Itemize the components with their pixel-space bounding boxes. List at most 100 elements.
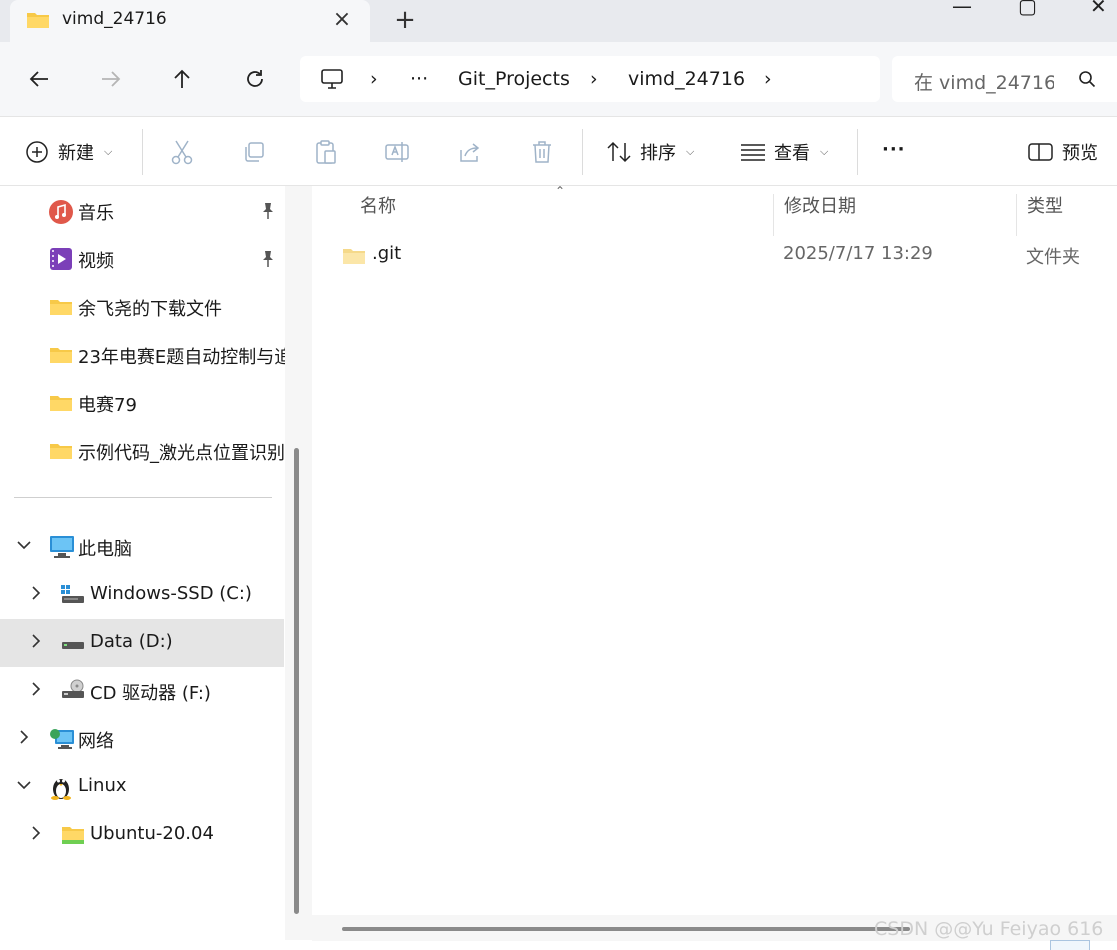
sidebar-item-label: Ubuntu-20.04: [90, 823, 214, 844]
sidebar-item-folder[interactable]: 23年电赛E题自动控制与追: [0, 331, 285, 379]
chevron-right-icon[interactable]: [14, 729, 34, 749]
pin-icon[interactable]: [260, 250, 276, 273]
chevron-down-icon: ⌵: [820, 145, 829, 158]
copy-icon: [241, 139, 267, 165]
sidebar-item-label: 此电脑: [78, 539, 132, 560]
breadcrumb-git-projects[interactable]: Git_Projects: [458, 68, 570, 90]
network-icon: [49, 727, 75, 756]
chevron-down-icon[interactable]: [14, 537, 34, 557]
column-header-type[interactable]: 类型: [1016, 194, 1117, 236]
sidebar-item-drive-d[interactable]: Data (D:): [0, 619, 284, 667]
cd-drive-icon: [61, 679, 87, 706]
breadcrumb-vimd[interactable]: vimd_24716: [628, 68, 745, 90]
toolbar-divider: [142, 129, 143, 175]
sidebar-item-video[interactable]: 视频: [0, 235, 284, 283]
share-button[interactable]: [457, 139, 483, 165]
view-button[interactable]: 查看 ⌵: [740, 139, 828, 165]
paste-button[interactable]: [313, 139, 339, 165]
sidebar-item-label: 示例代码_激光点位置识别: [78, 443, 285, 464]
file-modified: 2025/7/17 13:29: [783, 243, 933, 264]
chevron-right-icon[interactable]: [26, 633, 46, 653]
minimize-button[interactable]: —: [952, 0, 972, 18]
new-label: 新建: [58, 143, 94, 164]
sidebar-item-label: 音乐: [78, 203, 114, 224]
chevron-right-icon[interactable]: [26, 681, 46, 701]
folder-icon: [342, 246, 366, 271]
chevron-right-icon[interactable]: [26, 585, 46, 605]
view-label: 查看: [774, 143, 810, 164]
file-name: .git: [372, 243, 402, 264]
new-tab-button[interactable]: +: [390, 5, 420, 35]
preview-pane-button[interactable]: 预览: [1028, 139, 1098, 165]
search-box[interactable]: 在 vimd_24716 中搜索: [892, 56, 1117, 102]
sidebar-item-label: 23年电赛E题自动控制与追: [78, 347, 285, 368]
chevron-down-icon[interactable]: [14, 777, 34, 797]
drive-icon: [61, 637, 85, 657]
scrollbar-thumb[interactable]: [294, 448, 299, 914]
chevron-down-icon: ⌵: [686, 145, 695, 158]
refresh-button[interactable]: [240, 64, 270, 94]
sidebar-divider: [14, 497, 272, 498]
tab-active[interactable]: vimd_24716 ×: [10, 0, 370, 42]
more-options-button[interactable]: ···: [882, 139, 906, 160]
sidebar-item-network[interactable]: 网络: [0, 715, 284, 763]
rename-button[interactable]: [385, 139, 411, 165]
back-button[interactable]: [24, 64, 54, 94]
new-button[interactable]: 新建 ⌵: [24, 139, 112, 165]
cut-button[interactable]: [169, 139, 195, 165]
breadcrumb-overflow[interactable]: ···: [410, 68, 428, 90]
preview-label: 预览: [1062, 143, 1098, 164]
address-bar[interactable]: › ··· Git_Projects › vimd_24716 ›: [300, 56, 880, 102]
sidebar-item-drive-c[interactable]: Windows-SSD (C:): [0, 571, 284, 619]
tab-title: vimd_24716: [62, 9, 167, 29]
sidebar-item-music[interactable]: 音乐: [0, 187, 284, 235]
sort-icon: [606, 139, 632, 165]
search-input[interactable]: 在 vimd_24716 中搜索: [914, 68, 1054, 95]
chevron-down-icon: ⌵: [104, 145, 113, 158]
file-list: ⌃ 名称 修改日期 类型 .git 2025/7/17 13:29 文件夹: [312, 184, 1117, 940]
sidebar-item-downloads-folder[interactable]: 余飞尧的下载文件: [0, 283, 284, 331]
navigation-pane: 音乐 视频 余飞尧的下载文件 23年电赛E题自动控制与追 电赛79 示例代码_激…: [0, 186, 285, 940]
delete-button[interactable]: [529, 139, 555, 165]
toolbar-divider: [857, 129, 858, 175]
chevron-right-icon[interactable]: [26, 825, 46, 845]
sidebar-item-ubuntu[interactable]: Ubuntu-20.04: [0, 811, 284, 859]
sidebar-item-folder[interactable]: 示例代码_激光点位置识别: [0, 427, 285, 475]
share-icon: [457, 139, 483, 165]
scrollbar-thumb[interactable]: [342, 927, 910, 931]
sidebar-scrollbar[interactable]: [285, 186, 312, 940]
window-close-button[interactable]: ✕: [1090, 0, 1107, 18]
search-icon: [1078, 70, 1096, 93]
file-type: 文件夹: [1026, 247, 1080, 268]
sidebar-item-linux[interactable]: Linux: [0, 763, 284, 811]
sidebar-item-drive-f[interactable]: CD 驱动器 (F:): [0, 667, 284, 715]
breadcrumb-separator[interactable]: ›: [370, 68, 378, 90]
pin-icon[interactable]: [260, 202, 276, 225]
trash-icon: [529, 139, 555, 165]
breadcrumb-separator[interactable]: ›: [764, 68, 772, 90]
sidebar-item-folder[interactable]: 电赛79: [0, 379, 284, 427]
copy-button[interactable]: [241, 139, 267, 165]
video-icon: [49, 247, 73, 276]
toolbar-divider: [582, 129, 583, 175]
up-button[interactable]: [167, 64, 197, 94]
table-row[interactable]: .git 2025/7/17 13:29 文件夹: [340, 238, 1117, 278]
tab-close-icon[interactable]: ×: [328, 6, 356, 34]
windows-drive-icon: [61, 585, 85, 610]
forward-button[interactable]: [96, 64, 126, 94]
navigation-bar: › ··· Git_Projects › vimd_24716 › 在 vimd…: [0, 42, 1117, 116]
column-header-modified[interactable]: 修改日期: [773, 194, 1016, 236]
sidebar-item-label: Data (D:): [90, 631, 173, 652]
sidebar-item-this-pc[interactable]: 此电脑: [0, 523, 284, 571]
arrow-up-icon: [174, 69, 190, 88]
folder-icon: [49, 393, 73, 418]
sort-button[interactable]: 排序 ⌵: [606, 139, 694, 165]
maximize-button[interactable]: ▢: [1018, 0, 1037, 18]
column-header-name[interactable]: 名称: [350, 194, 773, 236]
computer-icon: [49, 535, 75, 564]
watermark: CSDN @@Yu Feiyao 616: [874, 918, 1104, 940]
music-icon: [48, 199, 74, 230]
sidebar-item-label: CD 驱动器 (F:): [90, 683, 211, 704]
sidebar-item-label: 余飞尧的下载文件: [78, 299, 222, 320]
breadcrumb-separator[interactable]: ›: [590, 68, 598, 90]
